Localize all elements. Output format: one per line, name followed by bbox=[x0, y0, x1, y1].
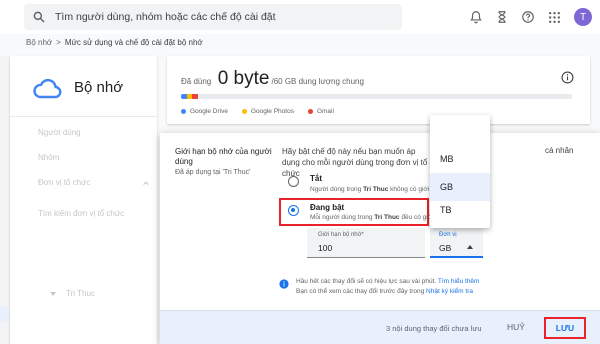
top-bar: Tìm người dùng, nhóm hoặc các chế độ cài… bbox=[0, 0, 600, 34]
learn-more-link[interactable]: Tìm hiểu thêm bbox=[438, 278, 480, 285]
chevron-up-icon[interactable] bbox=[142, 179, 150, 187]
used-suffix: /60 GB dung lượng chung bbox=[271, 77, 364, 86]
nav-search-org-unit[interactable]: Tìm kiếm đơn vị tổ chức bbox=[38, 209, 124, 218]
dialog-description-tail: cá nhân bbox=[545, 146, 574, 155]
nav-users[interactable]: Người dùng bbox=[38, 128, 81, 137]
search-placeholder: Tìm người dùng, nhóm hoặc các chế độ cài… bbox=[55, 11, 276, 23]
note-text: Hầu hết các thay đổi sẽ có hiệu lực sau … bbox=[296, 278, 438, 285]
legend-item: Google Photos bbox=[241, 108, 294, 115]
cancel-button[interactable]: HUỶ bbox=[507, 322, 525, 332]
breadcrumb-root[interactable]: Bộ nhớ bbox=[26, 38, 52, 47]
save-button[interactable]: LƯU bbox=[544, 317, 586, 339]
caret-up-icon bbox=[467, 245, 473, 249]
info-filled-icon bbox=[279, 279, 289, 289]
usage-seg-gmail bbox=[192, 94, 198, 99]
change-note: Hầu hết các thay đổi sẽ có hiệu lực sau … bbox=[296, 277, 479, 297]
nav-org-units[interactable]: Đơn vị tổ chức bbox=[38, 178, 90, 187]
usage-legend: Google Drive Google Photos Gmail bbox=[181, 108, 348, 115]
note-line-1: Hầu hết các thay đổi sẽ có hiệu lực sau … bbox=[296, 277, 479, 287]
storage-limit-field[interactable]: Giới hạn bộ nhớ* 100 bbox=[307, 228, 425, 258]
option-on-label: Đang bật bbox=[310, 203, 345, 212]
info-icon[interactable] bbox=[561, 71, 574, 84]
top-icons: T bbox=[458, 8, 592, 26]
legend-dot-photos bbox=[241, 109, 247, 114]
usage-summary: Đã dùng 0 byte/60 GB dung lượng chung bbox=[181, 68, 364, 90]
menu-item-tb[interactable]: TB bbox=[430, 196, 490, 224]
search-bar[interactable]: Tìm người dùng, nhóm hoặc các chế độ cài… bbox=[24, 4, 402, 30]
unsaved-status: 3 nội dung thay đổi chưa lưu bbox=[386, 324, 482, 333]
breadcrumb-current: Mức sử dụng và chế độ cài đặt bộ nhớ bbox=[64, 38, 203, 47]
dialog-footer: 3 nội dung thay đổi chưa lưu HUỶ LƯU bbox=[160, 310, 600, 344]
nav-groups[interactable]: Nhóm bbox=[38, 153, 59, 162]
dialog-subtitle: Đã áp dụng tại 'Tri Thuc' bbox=[175, 169, 251, 176]
used-value: 0 byte bbox=[217, 68, 270, 89]
apps-grid-icon[interactable] bbox=[546, 9, 562, 25]
note-text: Bạn có thể xem các thay đổi trước đây tr… bbox=[296, 288, 427, 295]
note-line-2: Bạn có thể xem các thay đổi trước đây tr… bbox=[296, 287, 479, 297]
menu-item-mb[interactable]: MB bbox=[430, 145, 490, 173]
legend-item: Google Drive bbox=[181, 108, 228, 115]
option-off-desc: Người dùng trong Tri Thuc không có giới … bbox=[310, 186, 435, 193]
unit-dropdown-menu: MB GB TB bbox=[430, 115, 490, 228]
breadcrumb-separator: > bbox=[56, 38, 61, 47]
left-strip bbox=[0, 56, 10, 344]
storage-usage-card: Đã dùng 0 byte/60 GB dung lượng chung Go… bbox=[167, 56, 590, 124]
desc-prefix: Mỗi người dùng trong bbox=[310, 214, 375, 221]
usage-bar bbox=[181, 94, 572, 99]
divider bbox=[10, 116, 157, 117]
dialog-title: Giới hạn bộ nhớ của người dùng bbox=[175, 147, 272, 166]
desc-suffix: không có giới h bbox=[388, 186, 435, 193]
desc-suffix: đều có giới bbox=[399, 214, 434, 221]
storage-limit-value: 100 bbox=[318, 243, 333, 253]
unit-value: GB bbox=[439, 243, 452, 253]
legend-label: Gmail bbox=[316, 108, 334, 115]
legend-label: Google Photos bbox=[250, 108, 294, 115]
radio-on[interactable] bbox=[288, 205, 299, 216]
help-icon[interactable] bbox=[520, 9, 536, 25]
cloud-icon bbox=[33, 78, 62, 99]
bell-icon[interactable] bbox=[468, 9, 484, 25]
avatar[interactable]: T bbox=[574, 8, 592, 26]
radio-off[interactable] bbox=[288, 176, 299, 187]
search-icon bbox=[33, 11, 45, 23]
dialog-description: Hãy bật chế độ này nếu bạn muốn áp dụng … bbox=[282, 147, 428, 178]
card-title: Bộ nhớ bbox=[74, 79, 124, 96]
desc-org: Tri Thuc bbox=[363, 186, 389, 193]
audit-log-link[interactable]: Nhật ký kiểm tra bbox=[426, 288, 473, 295]
storage-limit-label: Giới hạn bộ nhớ* bbox=[318, 232, 364, 238]
desc-org: Tri Thuc bbox=[374, 214, 400, 221]
unit-select[interactable]: Đơn vị GB bbox=[430, 228, 483, 258]
legend-item: Gmail bbox=[307, 108, 334, 115]
storage-nav-card: Bộ nhớ Người dùng Nhóm Đơn vị tổ chức Tì… bbox=[10, 56, 157, 344]
unit-label: Đơn vị bbox=[439, 232, 457, 238]
tree-item-tri-thuc[interactable]: Tri Thuc bbox=[50, 289, 95, 298]
option-off-label: Tắt bbox=[310, 174, 322, 183]
highlight-box bbox=[279, 198, 429, 226]
desc-prefix: Người dùng trong bbox=[310, 186, 364, 193]
tree-item-label: Tri Thuc bbox=[66, 289, 95, 298]
breadcrumb: Bộ nhớ > Mức sử dụng và chế độ cài đặt bộ … bbox=[26, 38, 203, 47]
used-prefix: Đã dùng bbox=[181, 77, 212, 86]
caret-down-icon bbox=[50, 291, 56, 296]
legend-dot-gmail bbox=[307, 109, 313, 114]
legend-label: Google Drive bbox=[190, 108, 228, 115]
option-on-desc: Mỗi người dùng trong Tri Thuc đều có giớ… bbox=[310, 214, 433, 221]
hourglass-icon[interactable] bbox=[494, 9, 510, 25]
legend-dot-drive bbox=[181, 109, 186, 114]
user-storage-limit-dialog: Giới hạn bộ nhớ của người dùng Đã áp dụn… bbox=[160, 133, 600, 344]
